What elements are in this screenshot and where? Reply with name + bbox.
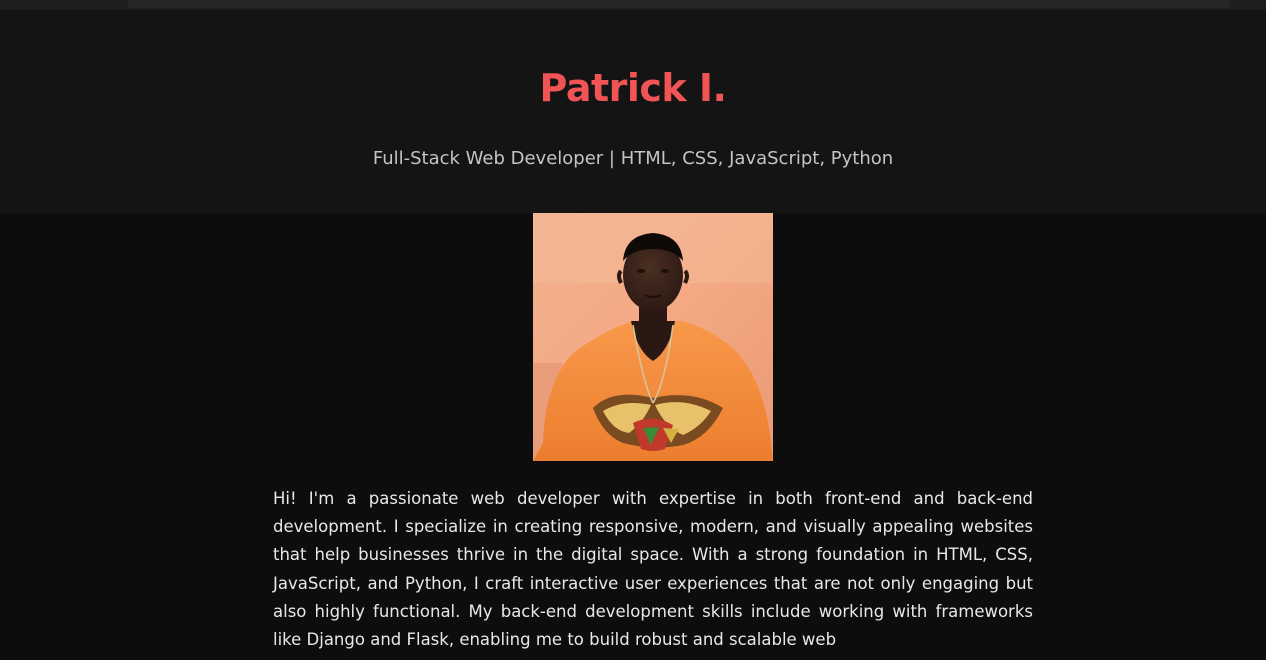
top-bar-edge — [128, 0, 1230, 8]
hero-header: Patrick I. Full-Stack Web Developer | HT… — [0, 10, 1266, 213]
bio-paragraph: Hi! I'm a passionate web developer with … — [273, 489, 1033, 650]
profile-name: Patrick I. — [539, 66, 727, 110]
profile-photo — [533, 213, 773, 461]
browser-top-strip — [0, 0, 1266, 10]
profile-title: Full-Stack Web Developer | HTML, CSS, Ja… — [372, 148, 894, 169]
